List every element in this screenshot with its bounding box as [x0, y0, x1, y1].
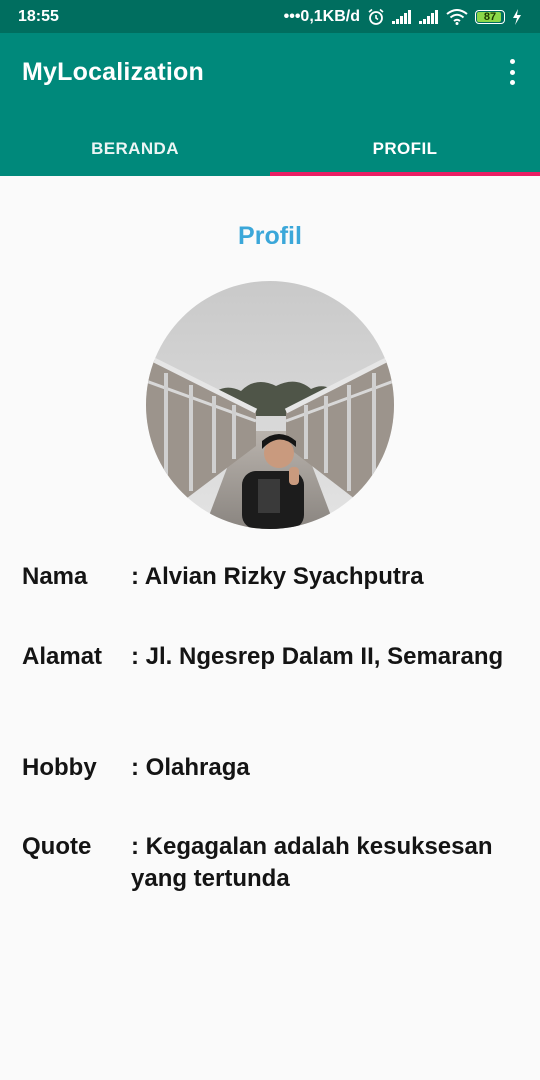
field-hobby-label: Hobby	[22, 754, 97, 781]
field-nama-value: : Alvian Rizky Syachputra	[131, 563, 424, 590]
tab-indicator	[270, 172, 540, 176]
tab-bar: BERANDA PROFIL	[0, 121, 540, 176]
page-title: Profil	[238, 222, 302, 250]
tab-profil-label: PROFIL	[372, 138, 438, 158]
tab-beranda-label: BERANDA	[91, 138, 179, 158]
field-hobby: Hobby : Olahraga	[22, 752, 522, 784]
field-quote: Quote : Kegagalan adalah kesuksesan yang…	[22, 831, 522, 895]
battery-icon: 87	[475, 9, 505, 24]
battery-level: 87	[483, 10, 497, 23]
field-hobby-value: : Olahraga	[131, 754, 250, 781]
signal-icon-2	[419, 9, 438, 24]
field-quote-value: : Kegagalan adalah kesuksesan yang tertu…	[131, 833, 493, 892]
profile-photo	[146, 281, 394, 529]
tab-profil[interactable]: PROFIL	[270, 121, 540, 176]
status-icons: •••0,1KB/d 87	[284, 8, 522, 26]
app-title: MyLocalization	[22, 58, 204, 86]
status-bar: 18:55 •••0,1KB/d 87	[0, 0, 540, 33]
more-options-icon[interactable]	[506, 59, 518, 85]
alarm-icon	[368, 8, 384, 25]
field-nama: Nama : Alvian Rizky Syachputra	[22, 561, 522, 593]
field-alamat: Alamat : Jl. Ngesrep Dalam II, Semarang	[22, 641, 522, 673]
field-quote-label: Quote	[22, 833, 92, 860]
status-time: 18:55	[18, 7, 59, 25]
charging-icon	[513, 8, 521, 25]
field-alamat-value: : Jl. Ngesrep Dalam II, Semarang	[131, 643, 504, 670]
profile-photo-illustration	[146, 281, 394, 529]
field-alamat-label: Alamat	[22, 643, 103, 670]
app-bar: MyLocalization BERANDA PROFIL	[0, 33, 540, 176]
signal-icon-1	[392, 9, 411, 24]
tab-beranda[interactable]: BERANDA	[0, 121, 270, 176]
wifi-icon	[446, 8, 468, 25]
network-speed: •••0,1KB/d	[283, 7, 360, 25]
field-nama-label: Nama	[22, 563, 88, 590]
